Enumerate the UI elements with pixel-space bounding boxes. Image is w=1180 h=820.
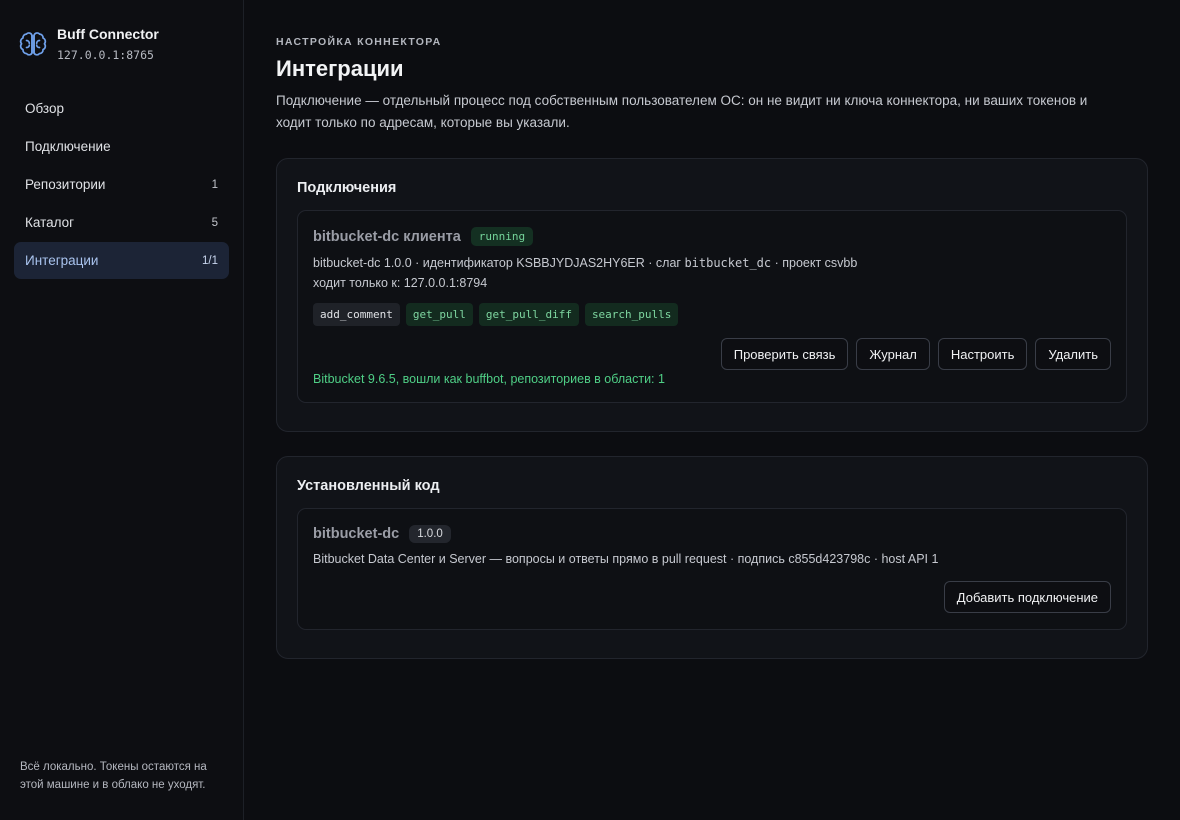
connection-actions: Проверить связь Журнал Настроить Удалить bbox=[313, 338, 1111, 370]
sidebar-item-repositories[interactable]: Репозитории 1 bbox=[14, 166, 229, 203]
sidebar: Buff Connector 127.0.0.1:8765 Обзор Подк… bbox=[0, 0, 244, 820]
sidebar-item-label: Обзор bbox=[25, 101, 64, 116]
sidebar-item-count: 1 bbox=[211, 178, 218, 191]
main-content: НАСТРОЙКА КОННЕКТОРА Интеграции Подключе… bbox=[244, 0, 1180, 820]
connections-card: Подключения bitbucket-dc клиента running… bbox=[276, 158, 1148, 432]
sidebar-item-catalog[interactable]: Каталог 5 bbox=[14, 204, 229, 241]
check-result: Bitbucket 9.6.5, вошли как buffbot, репо… bbox=[313, 372, 665, 386]
check-connection-button[interactable]: Проверить связь bbox=[720, 338, 849, 370]
sidebar-item-label: Репозитории bbox=[25, 177, 106, 192]
sidebar-item-label: Подключение bbox=[25, 139, 111, 154]
connection-item: bitbucket-dc клиента running bitbucket-d… bbox=[297, 210, 1127, 403]
sidebar-item-integrations[interactable]: Интеграции 1/1 bbox=[14, 242, 229, 279]
sidebar-item-label: Каталог bbox=[25, 215, 75, 230]
brand-name: Buff Connector bbox=[57, 26, 159, 42]
brand: Buff Connector 127.0.0.1:8765 bbox=[14, 26, 229, 62]
tool-tag: add_comment bbox=[313, 303, 400, 326]
page-description: Подключение — отдельный процесс под собс… bbox=[276, 93, 1088, 130]
page-eyebrow: НАСТРОЙКА КОННЕКТОРА bbox=[276, 36, 442, 48]
connection-slug: bitbucket_dc bbox=[684, 256, 772, 270]
sidebar-item-label: Интеграции bbox=[25, 253, 99, 268]
tool-tag: get_pull_diff bbox=[478, 303, 579, 326]
sidebar-item-count: 1/1 bbox=[202, 254, 218, 267]
tool-tag: get_pull bbox=[405, 303, 473, 326]
connection-meta-suffix: · проект csvbb bbox=[771, 256, 858, 270]
brain-icon bbox=[19, 32, 47, 56]
installed-code-card: Установленный код bitbucket-dc 1.0.0 Bit… bbox=[276, 456, 1148, 659]
sidebar-item-connection[interactable]: Подключение bbox=[14, 128, 229, 165]
connection-meta: bitbucket-dc 1.0.0 · идентификатор KSBBJ… bbox=[313, 253, 1111, 293]
package-description: Bitbucket Data Center и Server — вопросы… bbox=[313, 552, 939, 566]
connections-title: Подключения bbox=[297, 180, 397, 196]
configure-button[interactable]: Настроить bbox=[937, 338, 1028, 370]
page-title: Интеграции bbox=[276, 56, 404, 81]
log-button[interactable]: Журнал bbox=[856, 338, 930, 370]
tool-tag: search_pulls bbox=[584, 303, 679, 326]
package-name: bitbucket-dc bbox=[313, 526, 400, 542]
package-actions: Добавить подключение bbox=[313, 581, 1111, 613]
version-badge: 1.0.0 bbox=[409, 525, 451, 543]
sidebar-footer-note: Всё локально. Токены остаются на этой ма… bbox=[20, 761, 207, 791]
connection-meta-prefix: bitbucket-dc 1.0.0 · идентификатор KSBBJ… bbox=[313, 256, 685, 270]
brand-host: 127.0.0.1:8765 bbox=[57, 48, 154, 62]
connection-hosts: ходит только к: 127.0.0.1:8794 bbox=[313, 276, 488, 290]
connection-name: bitbucket-dc клиента bbox=[313, 228, 461, 245]
delete-button[interactable]: Удалить bbox=[1035, 338, 1111, 370]
sidebar-nav: Обзор Подключение Репозитории 1 Каталог … bbox=[14, 90, 229, 279]
sidebar-item-overview[interactable]: Обзор bbox=[14, 90, 229, 127]
installed-title: Установленный код bbox=[297, 478, 440, 494]
sidebar-item-count: 5 bbox=[211, 216, 218, 229]
status-badge: running bbox=[470, 227, 534, 246]
package-item: bitbucket-dc 1.0.0 Bitbucket Data Center… bbox=[297, 508, 1127, 630]
add-connection-button[interactable]: Добавить подключение bbox=[943, 581, 1111, 613]
tool-tags: add_comment get_pull get_pull_diff searc… bbox=[313, 303, 1111, 326]
